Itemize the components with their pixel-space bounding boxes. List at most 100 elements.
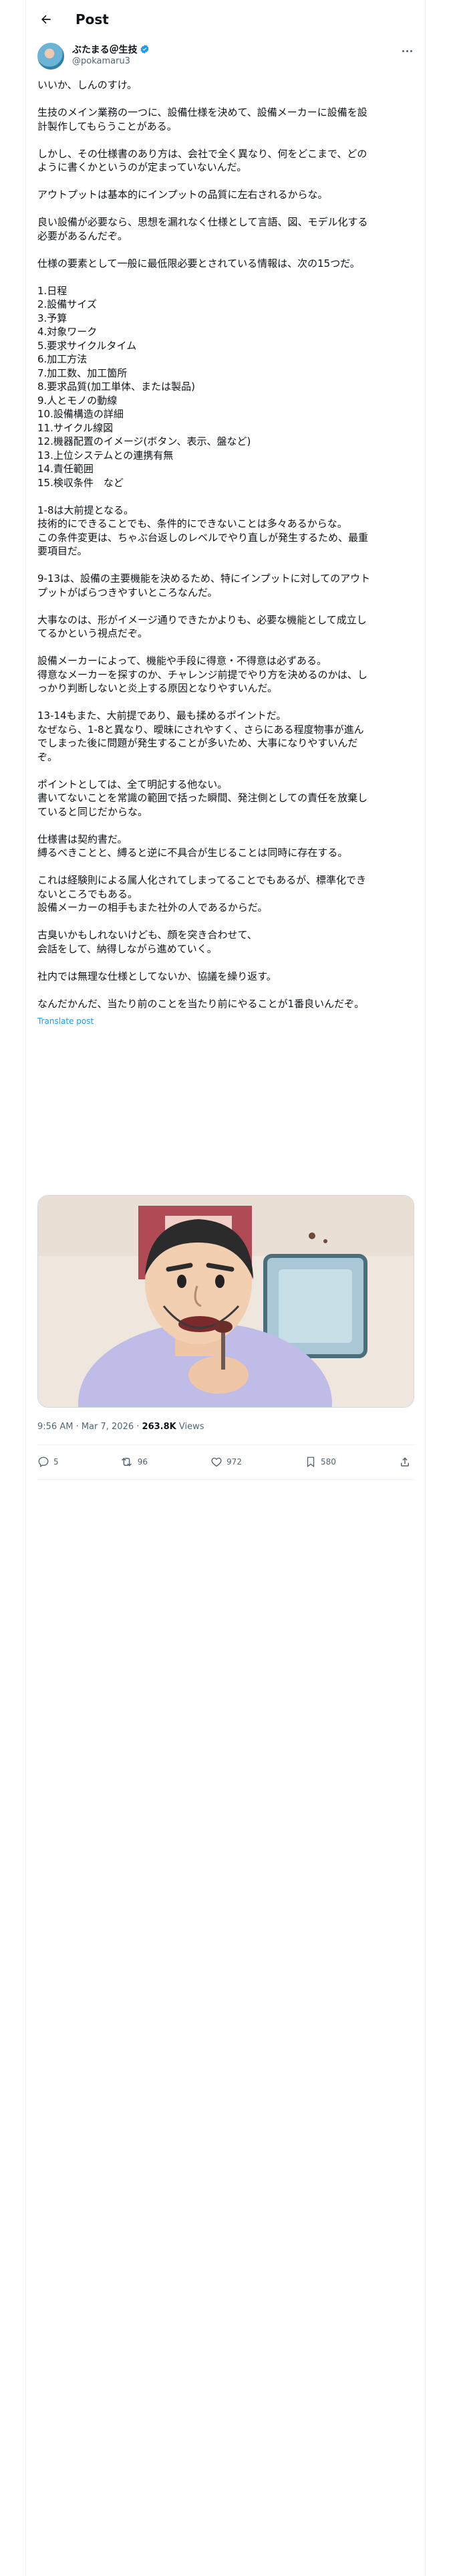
back-button[interactable]	[34, 7, 58, 31]
share-icon	[400, 1457, 409, 1467]
tweet-text-line: 15.検収条件 など	[37, 476, 124, 489]
tweet-text-line: 5.要求サイクルタイム	[37, 339, 137, 352]
tweet-body: いいか、しんのすけ。生技のメイン業務の一つに、設備仕様を決めて、設備メーカーに設…	[37, 78, 412, 1029]
page: Post ぶたまる＠生技 @pokamaru3 いいか、しんのすけ。生技のメイン…	[0, 0, 451, 2576]
tweet-text-line: 14.責任範囲	[37, 463, 94, 475]
timestamp[interactable]: 9:56 AM · Mar 7, 2026	[37, 1422, 134, 1432]
action-bar: 5 96 972 580	[37, 1450, 415, 1474]
tweet-text-line: 計製作してもらうことがある。	[37, 120, 177, 132]
tweet-text-line: プットがばらつきやすいところなんだ。	[37, 586, 218, 599]
tweet-text-line: 大事なのは、形がイメージ通りできたかよりも、必要な機能として成立し	[37, 613, 367, 626]
tweet-text-line: てるかという視点だぞ。	[37, 627, 148, 639]
reply-icon	[38, 1457, 49, 1467]
repost-icon	[121, 1457, 132, 1467]
tweet-text-line: 生技のメイン業務の一つに、設備仕様を決めて、設備メーカーに設備を設	[37, 106, 367, 118]
tweet-text-line: 技術的にできることでも、条件的にできないことは多々あるからな。	[37, 518, 347, 530]
tweet-text-line: ていると同じだからな。	[37, 805, 148, 818]
divider	[37, 1444, 415, 1445]
divider	[37, 1479, 415, 1480]
tweet-text-line: 要項目だ。	[37, 545, 88, 557]
tweet-text-line: 9-13は、設備の主要機能を決めるため、特にインプットに対してのアウト	[37, 572, 371, 584]
repost-button[interactable]: 96	[121, 1456, 148, 1468]
tweet-text-line: なんだかんだ、当たり前のことを当たり前にやることが1番良いんだぞ。	[37, 997, 365, 1010]
heart-icon	[211, 1457, 222, 1467]
tweet-text-line: 必要があるんだぞ。	[37, 229, 128, 242]
bookmark-count: 580	[321, 1457, 336, 1467]
page-title: Post	[76, 11, 109, 27]
author-handle[interactable]: @pokamaru3	[72, 56, 130, 66]
tweet-text-line: 11.サイクル線図	[37, 421, 114, 434]
tweet-text-line: これは経験則による属人化されてしまってることでもあるが、標準化でき	[37, 874, 367, 886]
tweet-text-line: 得意なメーカーを探すのか、チャレンジ前提でやり方を決めるのかは、し	[37, 668, 367, 681]
arrow-left-icon	[41, 15, 51, 24]
author-name[interactable]: ぶたまる＠生技	[72, 45, 138, 56]
tweet-text-line: 良い設備が必要なら、思想を漏れなく仕様として言語、図、モデル化する	[37, 216, 368, 228]
tweet-text-line: ないところでもある。	[37, 887, 138, 900]
tweet-text-line: 9.人とモノの動線	[37, 394, 118, 407]
author-block: ぶたまる＠生技 @pokamaru3	[37, 40, 415, 71]
like-button[interactable]: 972	[210, 1456, 242, 1468]
tweet-text-line: 10.設備構造の詳細	[37, 408, 124, 420]
tweet-text-line: ポイントとしては、全て明記する他ない。	[37, 778, 228, 790]
tweet-text-line: 社内では無理な仕様としてないか、協議を繰り返す。	[37, 970, 277, 982]
anime-character-illustration	[38, 1196, 414, 1407]
tweet-text-line: 古臭いかもしれないけども、顔を突き合わせて、	[37, 929, 257, 941]
tweet-text-line: 13-14もまた、大前提であり、最も揉めるポイントだ。	[37, 710, 287, 722]
tweet-text-line: 設備メーカーによって、機能や手段に得意・不得意は必ずある。	[37, 655, 327, 667]
meta-separator: ·	[134, 1422, 142, 1432]
tweet-text-line: でしまった後に問題が発生することが多いため、大事になりやすいんだ	[37, 737, 358, 749]
tweet-text-line: なぜなら、1-8と異なり、曖昧にされやすく、さらにある程度物事が進ん	[37, 723, 364, 736]
translate-post-link[interactable]: Translate post	[37, 1014, 412, 1029]
tweet-text-line: 縛るべきことと、縛ると逆に不具合が生じることは同時に存在する。	[37, 847, 348, 859]
bookmark-button[interactable]: 580	[305, 1456, 336, 1468]
tweet-text-line: ように書くかというのが定まっていないんだ。	[37, 161, 247, 173]
tweet-text-line: 13.上位システムとの連携有無	[37, 449, 174, 461]
tweet-text-line: 会話をして、納得しながら進めていく。	[37, 942, 217, 955]
share-button[interactable]	[399, 1456, 415, 1468]
tweet-text-line: いいか、しんのすけ。	[37, 79, 137, 91]
tweet-text-line: っかり判断しないと炎上する原因となりやすいんだ。	[37, 682, 278, 694]
tweet-text-line: 仕様の要素として一般に最低限必要とされている情報は、次の15つだ。	[37, 257, 360, 270]
tweet-text-line: 4.対象ワーク	[37, 326, 98, 338]
more-dot-icon	[406, 49, 408, 52]
tweet-text-line: ぞ。	[37, 750, 58, 763]
author-name-row[interactable]: ぶたまる＠生技	[72, 43, 150, 56]
tweet-text-line: 設備メーカーの相手もまた社外の人であるからだ。	[37, 901, 268, 914]
verified-badge-icon	[140, 44, 149, 54]
reply-button[interactable]: 5	[37, 1456, 59, 1468]
tweet-text-line: 書いてないことを常識の範囲で括った瞬間、発注側としての責任を放棄し	[37, 792, 368, 804]
tweet-text-line: 3.予算	[37, 312, 67, 324]
tweet-meta: 9:56 AM · Mar 7, 2026 · 263.8K Views	[37, 1422, 204, 1432]
like-count: 972	[227, 1457, 242, 1467]
tweet-text-line: 2.設備サイズ	[37, 298, 97, 310]
tweet-text-line: この条件変更は、ちゃぶ台返しのレベルでやり直しが発生するため、最重	[37, 531, 369, 544]
tweet-text-line: 6.加工方法	[37, 353, 88, 365]
more-options-button[interactable]	[399, 43, 415, 59]
tweet-text-line: 1-8は大前提となる。	[37, 504, 134, 516]
tweet-text: いいか、しんのすけ。生技のメイン業務の一つに、設備仕様を決めて、設備メーカーに設…	[37, 78, 412, 1010]
avatar[interactable]	[37, 43, 64, 70]
top-bar: Post	[26, 0, 426, 39]
tweet-text-line: 12.機器配置のイメージ(ボタン、表示、盤など)	[37, 435, 251, 447]
more-dot-icon	[410, 49, 412, 52]
timeline-column: Post ぶたまる＠生技 @pokamaru3 いいか、しんのすけ。生技のメイン…	[25, 0, 426, 2576]
tweet-text-line: しかし、その仕様書のあり方は、会社で全く異なり、何をどこまで、どの	[37, 147, 367, 160]
tweet-media-image[interactable]	[37, 1195, 414, 1408]
tweet-text-line: 7.加工数、加工箇所	[37, 366, 128, 379]
bookmark-icon	[307, 1457, 315, 1468]
